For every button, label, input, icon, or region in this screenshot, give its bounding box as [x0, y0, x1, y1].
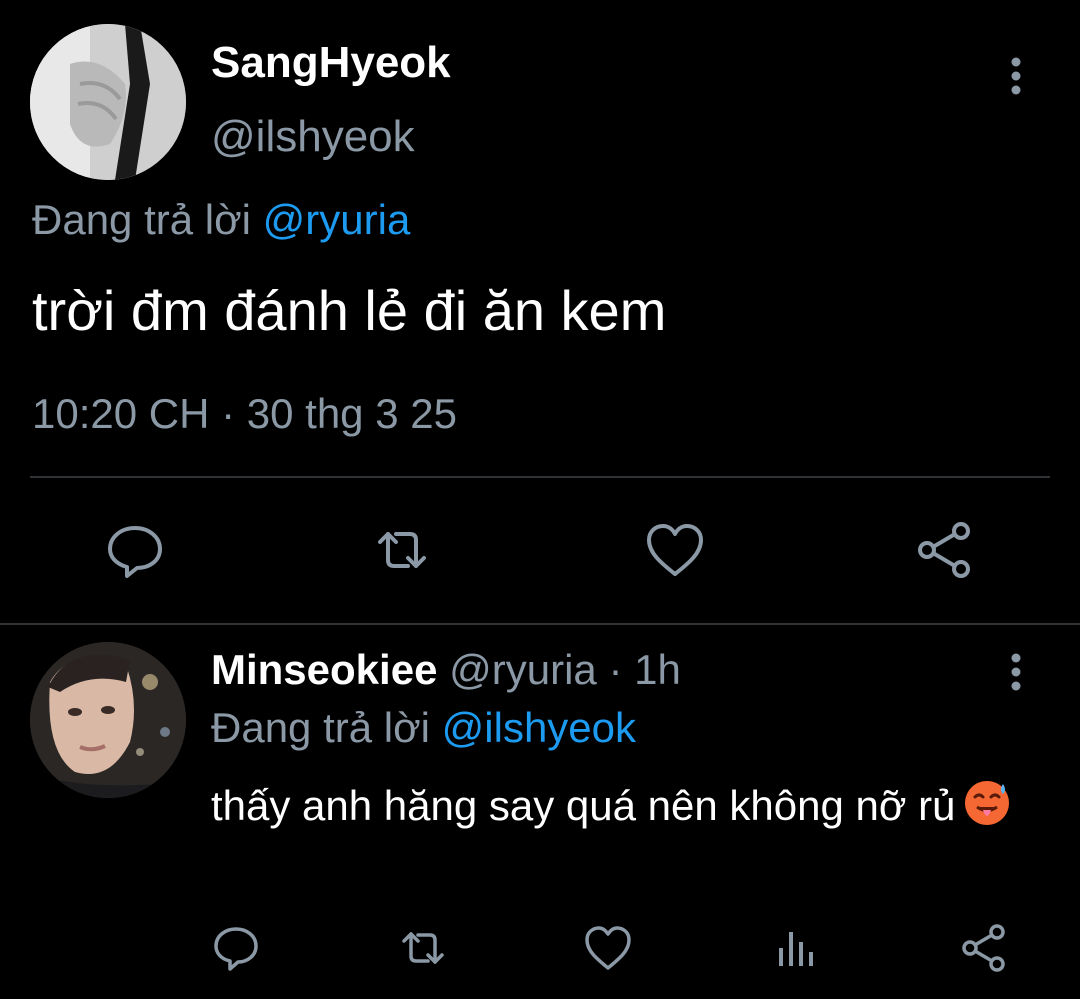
- tweet-text: thấy anh hăng say quá nên không nỡ rủ: [211, 782, 956, 829]
- replying-to-handle[interactable]: @ilshyeok: [442, 704, 636, 751]
- replying-to-label: Đang trả lời: [211, 704, 430, 751]
- display-name[interactable]: Minseokiee: [211, 646, 437, 693]
- reply-header: Minseokiee @ryuria · 1h: [211, 646, 681, 694]
- share-icon[interactable]: [913, 520, 977, 580]
- hot-face-emoji: [961, 776, 1013, 828]
- share-icon[interactable]: [958, 922, 1010, 974]
- replying-to-label: Đang trả lời: [32, 196, 251, 243]
- more-vertical-icon[interactable]: [1004, 56, 1028, 96]
- tweet-text: trời đm đánh lẻ đi ăn kem: [32, 279, 667, 342]
- user-handle[interactable]: @ilshyeok: [211, 112, 415, 162]
- replying-to: Đang trả lời @ryuria: [32, 196, 410, 244]
- relative-time[interactable]: · 1h: [608, 646, 680, 693]
- reply-icon[interactable]: [103, 520, 167, 580]
- replying-to: Đang trả lời @ilshyeok: [211, 704, 636, 752]
- user-handle[interactable]: @ryuria: [449, 646, 597, 693]
- avatar[interactable]: [30, 642, 186, 798]
- display-name[interactable]: SangHyeok: [211, 38, 451, 88]
- replying-to-handle[interactable]: @ryuria: [263, 196, 411, 243]
- analytics-icon[interactable]: [770, 922, 822, 974]
- avatar[interactable]: [30, 24, 186, 180]
- retweet-icon[interactable]: [370, 520, 434, 580]
- more-vertical-icon[interactable]: [1004, 652, 1028, 692]
- like-icon[interactable]: [643, 520, 707, 580]
- retweet-icon[interactable]: [397, 922, 449, 974]
- reply-icon[interactable]: [210, 922, 262, 974]
- like-icon[interactable]: [582, 922, 634, 974]
- divider: [0, 623, 1080, 625]
- divider: [30, 476, 1050, 478]
- reply-text-block: thấy anh hăng say quá nên không nỡ rủ: [211, 776, 1031, 834]
- tweet-timestamp[interactable]: 10:20 CH · 30 thg 3 25: [32, 390, 457, 438]
